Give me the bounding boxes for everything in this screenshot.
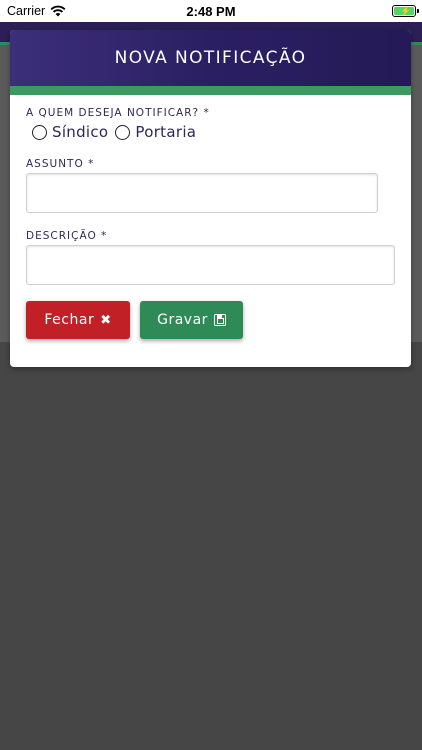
save-button-label: Gravar bbox=[157, 312, 208, 328]
close-icon: ✖ bbox=[100, 312, 112, 328]
modal-header: NOVA NOTIFICAÇÃO bbox=[10, 30, 411, 86]
wifi-icon bbox=[50, 5, 66, 17]
description-input[interactable] bbox=[26, 245, 395, 285]
carrier-label: Carrier bbox=[7, 4, 46, 18]
description-label: DESCRIÇÃO * bbox=[26, 230, 108, 242]
status-left: Carrier bbox=[7, 4, 66, 18]
status-bar: Carrier 2:48 PM ⚡ bbox=[0, 0, 422, 22]
close-button[interactable]: Fechar ✖ bbox=[26, 301, 130, 339]
radio-sindico-label[interactable]: Síndico bbox=[52, 123, 108, 141]
recipient-label: A QUEM DESEJA NOTIFICAR? * bbox=[26, 107, 210, 119]
radio-portaria[interactable] bbox=[115, 124, 131, 140]
modal-title: NOVA NOTIFICAÇÃO bbox=[114, 48, 307, 68]
charging-bolt-icon: ⚡ bbox=[400, 6, 412, 16]
close-button-label: Fechar bbox=[44, 312, 95, 328]
modal-actions: Fechar ✖ Gravar bbox=[26, 301, 395, 339]
radio-portaria-label[interactable]: Portaria bbox=[135, 123, 196, 141]
notification-modal: NOVA NOTIFICAÇÃO A QUEM DESEJA NOTIFICAR… bbox=[10, 30, 411, 367]
subject-input[interactable] bbox=[26, 173, 378, 213]
battery-icon: ⚡ bbox=[392, 5, 419, 17]
subject-label: ASSUNTO * bbox=[26, 158, 95, 170]
modal-accent-bar bbox=[10, 86, 411, 95]
recipient-radio-group: Síndico Portaria bbox=[32, 123, 395, 141]
radio-sindico[interactable] bbox=[32, 124, 47, 140]
modal-body: A QUEM DESEJA NOTIFICAR? * Síndico Porta… bbox=[10, 95, 411, 339]
save-button[interactable]: Gravar bbox=[140, 301, 243, 339]
save-icon bbox=[213, 314, 226, 326]
